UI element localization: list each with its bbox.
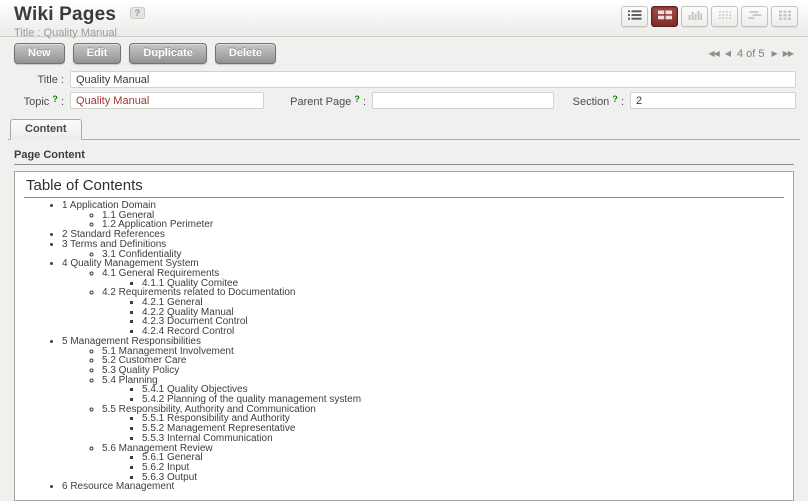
toc-item: 4 Quality Management System4.1 General R… <box>62 259 784 337</box>
calendar-view-icon <box>717 9 733 24</box>
calendar-view-button[interactable] <box>711 6 738 27</box>
toc-item: 4.2.4 Record Control <box>142 327 784 337</box>
page-title: Wiki Pages <box>14 4 116 25</box>
app-header: Wiki Pages ? Title : Quality Manual <box>0 0 808 37</box>
graph-view-icon <box>687 9 703 24</box>
gantt-view-icon <box>747 9 763 24</box>
form-view-button[interactable] <box>651 6 678 27</box>
toc-item: 5.1 Management Involvement <box>102 347 784 357</box>
pager-next-button[interactable]: ▶ <box>772 49 777 58</box>
page-content-area: Table of Contents 1 Application Domain1.… <box>14 171 794 501</box>
toc-item-label: 6 Resource Management <box>62 481 174 492</box>
page-content-section-label: Page Content <box>14 149 794 165</box>
view-switcher <box>618 6 798 27</box>
toc-item: 5.6.3 Output <box>142 473 784 483</box>
topic-help-icon[interactable]: ? <box>52 94 58 104</box>
gantt-view-button[interactable] <box>741 6 768 27</box>
toc-list: 1 Application Domain1.1 General1.2 Appli… <box>24 201 784 492</box>
help-badge[interactable]: ? <box>130 7 146 19</box>
notebook-tabs: Content <box>8 118 800 140</box>
toc-item: 4.2.1 General <box>142 298 784 308</box>
section-field-label: Section ? : <box>560 94 624 108</box>
topic-field-label: Topic ? : <box>14 94 64 108</box>
duplicate-button[interactable]: Duplicate <box>129 43 207 64</box>
section-field[interactable] <box>630 92 796 109</box>
topic-field[interactable] <box>70 92 264 109</box>
pager-first-button[interactable]: ◀◀ <box>709 49 719 58</box>
toc-item: 2 Standard References <box>62 230 784 240</box>
toc-item: 5.6.2 Input <box>142 463 784 473</box>
list-view-button[interactable] <box>621 6 648 27</box>
record-subtitle: Title : Quality Manual <box>14 27 796 39</box>
toc-item: 1 Application Domain1.1 General1.2 Appli… <box>62 201 784 230</box>
toc-heading: Table of Contents <box>24 174 784 198</box>
toc-item: 3 Terms and Definitions3.1 Confidentiali… <box>62 240 784 259</box>
toc-item: 5 Management Responsibilities5.1 Managem… <box>62 337 784 483</box>
parent-page-field[interactable] <box>372 92 554 109</box>
toc-item: 5.6 Management Review5.6.1 General5.6.2 … <box>102 444 784 483</box>
toc-item: 4.2.3 Document Control <box>142 317 784 327</box>
graph-view-button[interactable] <box>681 6 708 27</box>
list-view-icon <box>627 9 643 24</box>
toolbar: New Edit Duplicate Delete ◀◀ ◀ 4 of 5 ▶ ▶▶ <box>0 37 808 67</box>
toc-item: 3.1 Confidentiality <box>102 250 784 260</box>
toc-item: 5.2 Customer Care <box>102 356 784 366</box>
title-field-label: Title : <box>14 74 64 86</box>
action-buttons: New Edit Duplicate Delete <box>14 43 276 64</box>
section-help-icon[interactable]: ? <box>612 94 618 104</box>
kanban-view-icon <box>777 9 793 24</box>
toc-item: 5.5.3 Internal Communication <box>142 434 784 444</box>
toc-item: 4.2 Requirements related to Documentatio… <box>102 288 784 337</box>
toc-item: 5.4 Planning5.4.1 Quality Objectives5.4.… <box>102 376 784 405</box>
parent-page-field-label: Parent Page ? : <box>270 94 366 108</box>
toc-item: 1.2 Application Perimeter <box>102 220 784 230</box>
form-view-icon <box>657 9 673 24</box>
new-button[interactable]: New <box>14 43 65 64</box>
title-field[interactable] <box>70 71 796 88</box>
delete-button[interactable]: Delete <box>215 43 276 64</box>
edit-button[interactable]: Edit <box>73 43 122 64</box>
record-form: Title : Topic ? : Parent Page ? : Sectio… <box>0 67 808 115</box>
toc-item: 6 Resource Management <box>62 482 784 492</box>
pager-prev-button[interactable]: ◀ <box>725 49 730 58</box>
toc-item: 5.5 Responsibility, Authority and Commun… <box>102 405 784 444</box>
pager-position: 4 of 5 <box>737 48 765 60</box>
parent-page-help-icon[interactable]: ? <box>354 94 360 104</box>
pager: ◀◀ ◀ 4 of 5 ▶ ▶▶ <box>706 48 796 60</box>
pager-last-button[interactable]: ▶▶ <box>783 49 793 58</box>
kanban-view-button[interactable] <box>771 6 798 27</box>
toc-item: 4.1 General Requirements4.1.1 Quality Co… <box>102 269 784 288</box>
tab-content[interactable]: Content <box>10 119 82 140</box>
toc-item: 5.3 Quality Policy <box>102 366 784 376</box>
